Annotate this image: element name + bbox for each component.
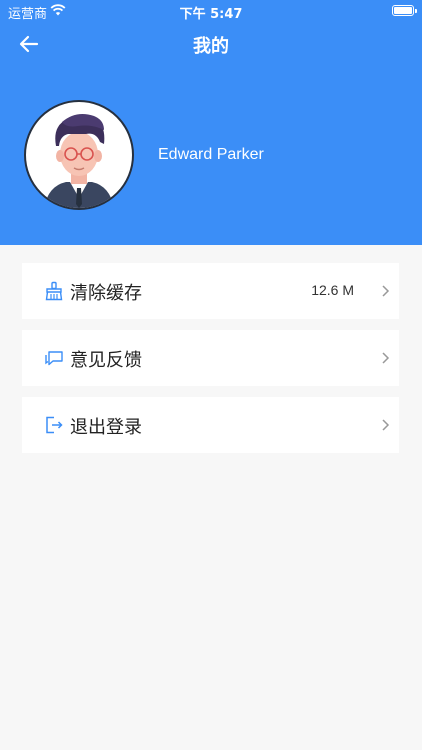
avatar-illustration	[44, 114, 114, 208]
chevron-right-icon	[382, 419, 390, 431]
broom-icon	[45, 281, 63, 301]
chat-bubble-icon	[45, 351, 63, 366]
clock: 下午 5:47	[179, 7, 243, 22]
chevron-right-icon	[382, 285, 390, 297]
chevron-right-icon	[382, 352, 390, 364]
avatar[interactable]	[24, 100, 134, 210]
status-bar: 运营商 下午 5:47	[0, 0, 422, 22]
logout-row[interactable]: 退出登录	[22, 397, 399, 453]
logout-label: 退出登录	[70, 417, 142, 438]
battery-icon	[392, 5, 417, 16]
page-title: 我的	[193, 36, 229, 57]
logout-icon	[46, 416, 63, 434]
feedback-row[interactable]: 意见反馈	[22, 330, 399, 386]
clear-cache-label: 清除缓存	[70, 283, 142, 304]
cache-size-value: 12.6 M	[311, 282, 354, 298]
user-name[interactable]: Edward Parker	[158, 146, 264, 164]
clear-cache-row[interactable]: 清除缓存 12.6 M	[22, 263, 399, 319]
feedback-label: 意见反馈	[70, 350, 142, 371]
nav-bar: 我的	[0, 28, 422, 58]
